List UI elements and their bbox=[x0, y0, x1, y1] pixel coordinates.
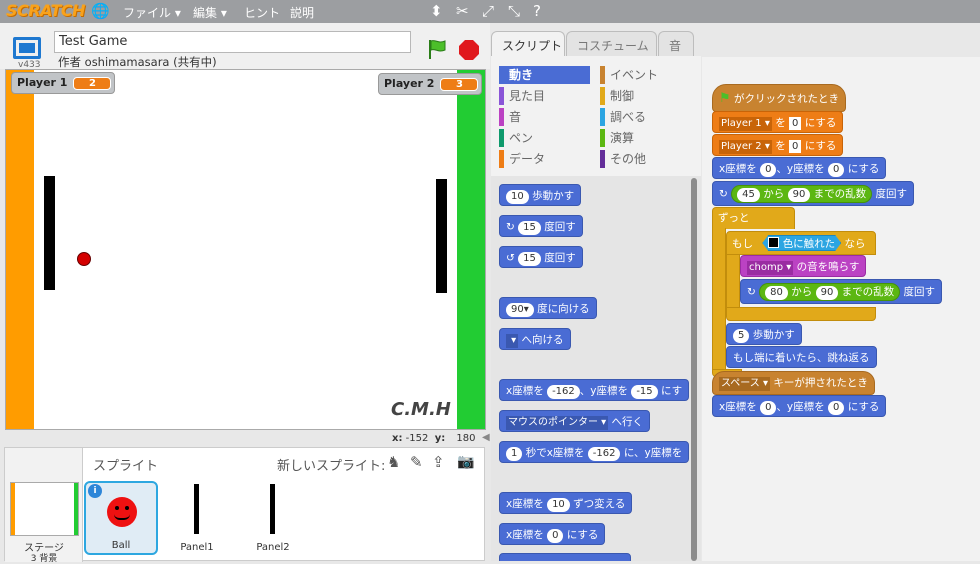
rotate-right-icon: ↻ bbox=[506, 221, 515, 233]
green-flag-button[interactable] bbox=[426, 38, 448, 60]
if-bottom bbox=[726, 307, 876, 321]
right-wall bbox=[457, 70, 485, 429]
paddle-left-sprite[interactable] bbox=[44, 176, 55, 290]
block-move-steps[interactable]: 10 歩動かす bbox=[499, 184, 582, 206]
block-partial[interactable] bbox=[499, 553, 631, 561]
shrink-icon[interactable]: ⤡ bbox=[508, 2, 520, 20]
category-more[interactable]: その他 bbox=[600, 150, 691, 168]
block-play-sound[interactable]: chomp ▾ の音を鳴らす bbox=[740, 255, 867, 277]
block-change-x[interactable]: x座標を 10 ずつ変える bbox=[499, 492, 633, 514]
fullscreen-button[interactable] bbox=[13, 37, 41, 59]
scratch-logo[interactable]: SCRATCH bbox=[6, 1, 85, 20]
sprite-card-ball[interactable]: i Ball bbox=[84, 481, 158, 555]
block-turn-left[interactable]: ↺ 15 度回す bbox=[499, 246, 583, 268]
block-goto-target[interactable]: マウスのポインター ▾ へ行く bbox=[499, 410, 651, 432]
block-touching-color[interactable]: 色に触れた bbox=[762, 235, 841, 251]
block-glide[interactable]: 1 秒でx座標を -162 に、y座標を bbox=[499, 441, 690, 463]
category-data[interactable]: データ bbox=[499, 150, 590, 168]
paint-brush-icon[interactable]: ✎ bbox=[410, 453, 423, 471]
category-looks[interactable]: 見た目 bbox=[499, 87, 590, 105]
block-point-towards[interactable]: ▾ へ向ける bbox=[499, 328, 571, 350]
block-when-key-pressed[interactable]: スペース ▾ キーが押されたとき bbox=[712, 371, 875, 395]
stage-thumbnail-column: ステージ 3 背景 bbox=[5, 448, 83, 564]
panel-thumbnail-icon bbox=[270, 484, 275, 534]
block-bounce[interactable]: もし端に着いたら、跳ね返る bbox=[726, 346, 877, 368]
sprites-title: スプライト bbox=[93, 459, 159, 474]
block-set-player2[interactable]: Player 2 ▾ を 0 にする bbox=[712, 134, 844, 156]
category-motion[interactable]: 動き bbox=[499, 66, 590, 84]
variable-value: 3 bbox=[440, 78, 479, 91]
rotate-right-icon: ↻ bbox=[719, 188, 728, 200]
grow-icon[interactable]: ⤢ bbox=[482, 2, 494, 20]
sprite-card-panel2[interactable]: Panel2 bbox=[236, 481, 310, 555]
block-goto-xy[interactable]: x座標を 0 、y座標を 0 にする bbox=[712, 157, 887, 179]
stamp-icon[interactable]: ⬍ bbox=[430, 2, 443, 20]
tab-costumes[interactable]: コスチューム bbox=[566, 31, 657, 57]
color-swatch bbox=[768, 237, 779, 248]
camera-icon[interactable]: 📷 bbox=[457, 454, 474, 470]
block-set-player1[interactable]: Player 1 ▾ を 0 にする bbox=[712, 111, 844, 133]
category-events[interactable]: イベント bbox=[600, 66, 691, 84]
if-arm bbox=[726, 254, 740, 308]
menu-about[interactable]: 説明 bbox=[290, 4, 314, 21]
stop-button[interactable] bbox=[458, 39, 480, 61]
panel-thumbnail-icon bbox=[194, 484, 199, 534]
block-turn-right[interactable]: ↻ 15 度回す bbox=[499, 215, 583, 237]
menu-edit[interactable]: 編集 ▾ bbox=[193, 4, 227, 21]
mouse-coordinates: x: -152 y: 180 bbox=[392, 433, 476, 444]
new-sprite-label: 新しいスプライト: bbox=[277, 459, 386, 474]
variable-monitor-player1: Player 12 bbox=[11, 72, 115, 94]
variable-value: 2 bbox=[73, 77, 112, 90]
green-flag-icon: ⚑ bbox=[719, 91, 731, 106]
sprite-pane: ステージ 3 背景 スプライト 新しいスプライト: ♞ ✎ ⇪ 📷 i Ball… bbox=[4, 447, 485, 564]
tab-sounds[interactable]: 音 bbox=[658, 31, 694, 57]
category-sensing[interactable]: 調べる bbox=[600, 108, 691, 126]
block-turn-random[interactable]: ↻ 45 から 90 までの乱数 度回す bbox=[712, 181, 914, 206]
category-pen[interactable]: ペン bbox=[499, 129, 590, 147]
project-title-input[interactable]: Test Game bbox=[54, 31, 411, 53]
language-globe-icon[interactable]: 🌐 bbox=[91, 2, 110, 20]
sprite-card-panel1[interactable]: Panel1 bbox=[160, 481, 234, 555]
sprite-name: Ball bbox=[111, 540, 131, 551]
help-icon[interactable]: ? bbox=[533, 2, 541, 20]
block-move-steps[interactable]: 5 歩動かす bbox=[726, 323, 802, 345]
upload-icon[interactable]: ⇪ bbox=[432, 453, 445, 471]
block-when-flag-clicked[interactable]: ⚑ がクリックされたとき bbox=[712, 84, 846, 112]
menu-file[interactable]: ファイル ▾ bbox=[123, 4, 181, 21]
rotate-right-icon: ↻ bbox=[747, 286, 756, 298]
signature-text: C.M.H bbox=[391, 399, 451, 420]
palette-scrollbar[interactable] bbox=[691, 178, 697, 561]
block-goto-xy-2[interactable]: x座標を 0 、y座標を 0 にする bbox=[712, 395, 887, 417]
sprite-library-icon[interactable]: ♞ bbox=[387, 453, 400, 471]
forever-arm bbox=[712, 228, 726, 370]
collapse-arrow-icon[interactable]: ◀ bbox=[482, 432, 490, 443]
info-icon[interactable]: i bbox=[88, 484, 102, 498]
ball-sprite[interactable] bbox=[77, 252, 91, 266]
category-operators[interactable]: 演算 bbox=[600, 129, 691, 147]
category-control[interactable]: 制御 bbox=[600, 87, 691, 105]
block-point-direction[interactable]: 90▾ 度に向ける bbox=[499, 297, 597, 319]
backdrop-count: 3 背景 bbox=[30, 554, 58, 564]
menu-tips[interactable]: ヒント bbox=[244, 4, 280, 21]
author-label: 作者 oshimamasara (共有中) bbox=[58, 55, 217, 69]
category-sound[interactable]: 音 bbox=[499, 108, 590, 126]
rotate-left-icon: ↺ bbox=[506, 252, 515, 264]
tab-scripts[interactable]: スクリプト bbox=[491, 31, 565, 57]
variable-monitor-player2: Player 23 bbox=[378, 73, 482, 95]
cut-icon[interactable]: ✂ bbox=[456, 2, 469, 20]
script-area[interactable]: ⚑ がクリックされたとき Player 1 ▾ を 0 にする Player 2… bbox=[702, 57, 980, 561]
paddle-right-sprite[interactable] bbox=[436, 179, 447, 293]
stage-canvas[interactable]: Player 12 Player 23 C.M.H bbox=[5, 69, 486, 430]
block-set-x[interactable]: x座標を 0 にする bbox=[499, 523, 606, 545]
sprite-name: Panel1 bbox=[180, 542, 214, 553]
sprite-name: Panel2 bbox=[256, 542, 290, 553]
ball-face-icon bbox=[107, 497, 137, 527]
stage-thumbnail[interactable] bbox=[10, 482, 79, 536]
block-palette: 動き 見た目 音 ペン データ イベント 制御 調べる 演算 その他 10 歩動… bbox=[491, 56, 701, 561]
block-goto-xy[interactable]: x座標を -162 、y座標を -15 にす bbox=[499, 379, 690, 401]
block-turn-random-2[interactable]: ↻ 80 から 90 までの乱数 度回す bbox=[740, 279, 942, 304]
category-selector: 動き 見た目 音 ペン データ イベント 制御 調べる 演算 その他 bbox=[491, 56, 701, 176]
menu-bar: SCRATCH 🌐 ファイル ▾ 編集 ▾ ヒント 説明 ⬍ ✂ ⤢ ⤡ ? bbox=[0, 0, 980, 23]
left-wall bbox=[6, 70, 34, 429]
